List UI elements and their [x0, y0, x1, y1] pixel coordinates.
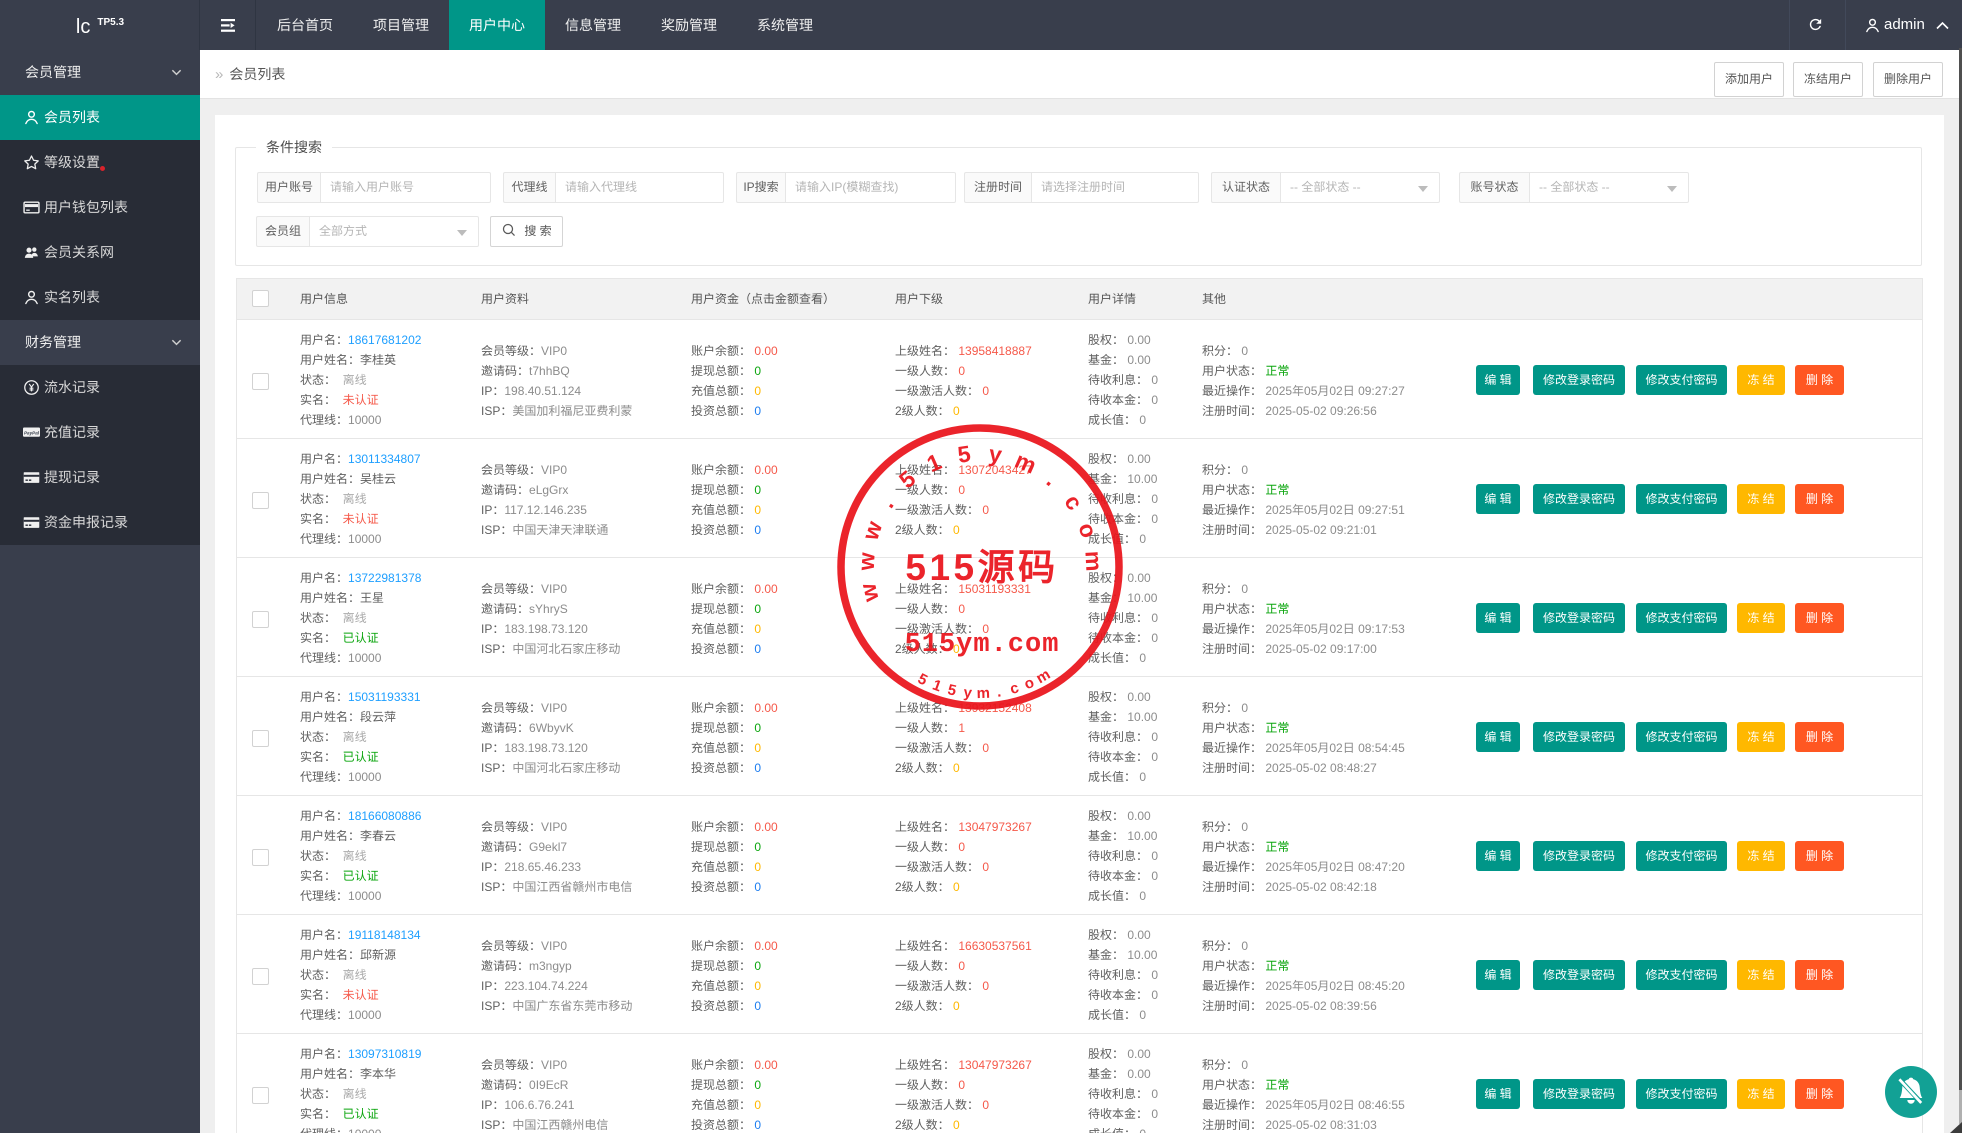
- svg-text:PayPal: PayPal: [24, 430, 40, 435]
